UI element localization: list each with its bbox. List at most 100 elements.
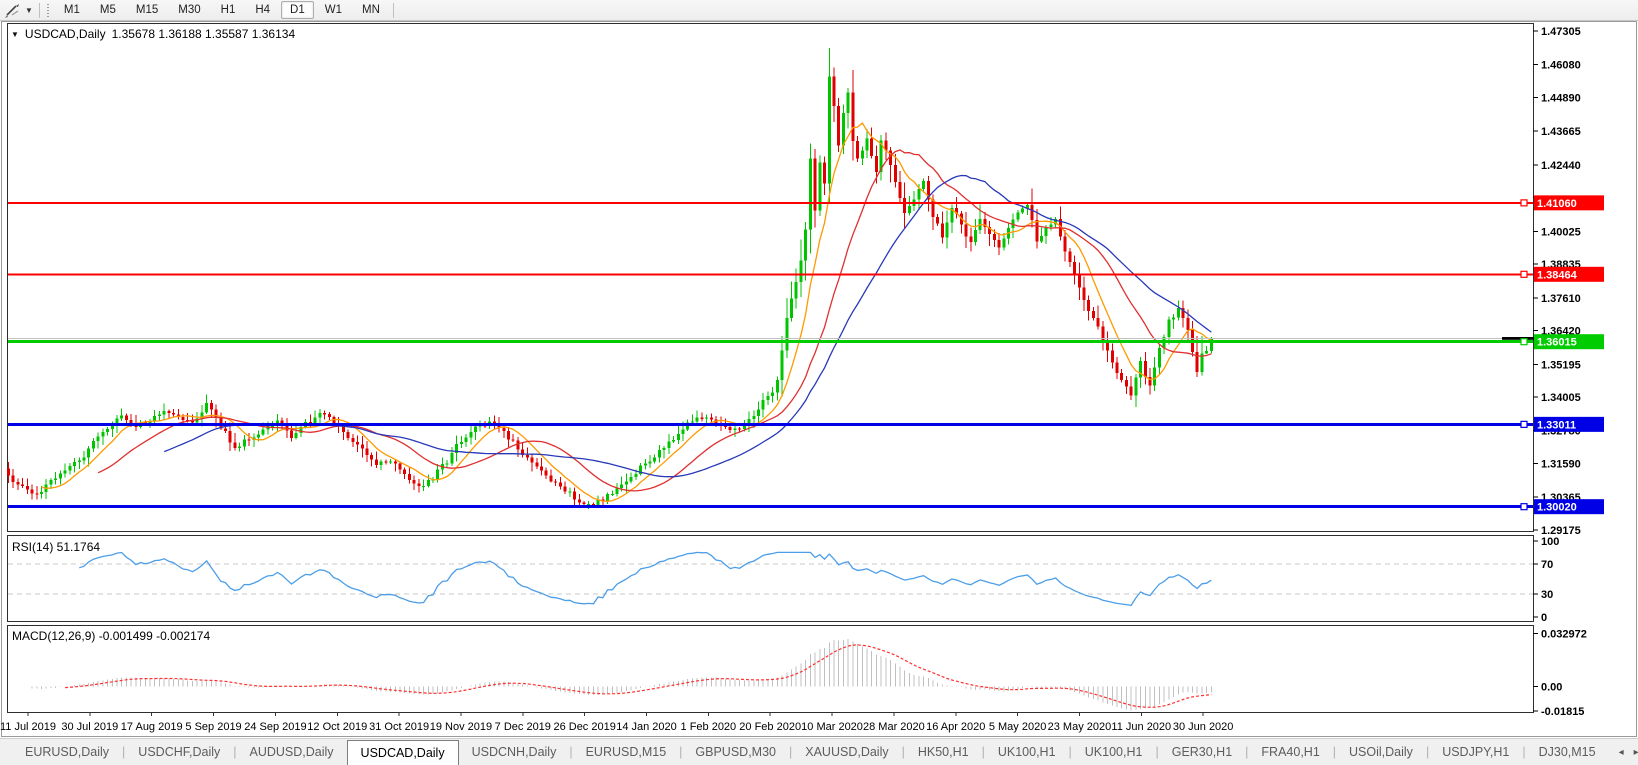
tab-scroll-right-icon[interactable]: ▸ — [1634, 747, 1638, 758]
y-axis-label: 1.40025 — [1541, 226, 1581, 238]
candle-body — [658, 450, 661, 457]
candle-body — [946, 223, 949, 238]
candle-body — [1064, 237, 1067, 252]
y-axis-label: 1.37610 — [1541, 293, 1581, 305]
y-axis-label: 1.34005 — [1541, 392, 1581, 404]
timeframe-button-MN[interactable]: MN — [353, 1, 389, 19]
candle-body — [677, 434, 680, 440]
candle-body — [823, 162, 826, 183]
chart-tab-uk100-h1[interactable]: UK100,H1 — [985, 739, 1069, 765]
rsi-plot-frame[interactable] — [8, 536, 1534, 622]
toolbar-drag-grip[interactable] — [46, 3, 50, 18]
candle-body — [1082, 287, 1085, 300]
timeframe-button-M5[interactable]: M5 — [91, 1, 125, 19]
timeframe-button-M15[interactable]: M15 — [127, 1, 167, 19]
candle-body — [130, 420, 133, 423]
candle-body — [243, 439, 246, 446]
chart-tab-fra40-h1[interactable]: FRA40,H1 — [1248, 739, 1332, 765]
chart-tab-uk100-h1[interactable]: UK100,H1 — [1072, 739, 1156, 765]
chart-tab-dj30-m15[interactable]: DJ30,M15 — [1526, 739, 1609, 765]
candle-body — [361, 445, 364, 449]
candle-body — [1049, 225, 1052, 227]
chart-tab-usdjpy-h1[interactable]: USDJPY,H1 — [1429, 739, 1522, 765]
candle-body — [516, 440, 519, 449]
candle-body — [399, 463, 402, 469]
level-price-badge-text: 1.33011 — [1537, 419, 1576, 431]
candle-body — [49, 480, 52, 484]
timeframe-button-M30[interactable]: M30 — [169, 1, 209, 19]
candle-body — [210, 403, 213, 410]
chart-tab-gbpusd-m30[interactable]: GBPUSD,M30 — [682, 739, 789, 765]
candle-body — [993, 234, 996, 240]
candle-body — [899, 182, 902, 198]
candle-body — [696, 418, 699, 422]
x-axis-date-label: 20 Feb 2020 — [739, 721, 801, 733]
x-axis-date-label: 23 May 2020 — [1048, 721, 1112, 733]
x-axis-date-label: 16 Apr 2020 — [926, 721, 985, 733]
candle-body — [578, 499, 581, 502]
level-line-handle[interactable] — [1521, 339, 1527, 345]
candle-body — [974, 230, 977, 242]
candle-body — [564, 486, 567, 491]
level-line-handle[interactable] — [1521, 421, 1527, 427]
candle-body — [1144, 361, 1147, 377]
candle-body — [1186, 318, 1189, 330]
candle-body — [667, 442, 670, 449]
chart-tab-hk50-h1[interactable]: HK50,H1 — [905, 739, 982, 765]
candle-body — [998, 240, 1001, 248]
candle-body — [1177, 308, 1180, 318]
timeframe-button-M1[interactable]: M1 — [55, 1, 89, 19]
candle-body — [620, 485, 623, 488]
tab-scroll-left-icon[interactable]: ◂ — [1619, 747, 1624, 758]
chart-tab-eurusd-daily[interactable]: EURUSD,Daily — [12, 739, 122, 765]
chart-draw-cursor-icon[interactable]: ▼ — [0, 0, 36, 20]
candle-body — [785, 318, 788, 350]
candle-body — [314, 417, 317, 423]
chart-tab-ger30-h1[interactable]: GER30,H1 — [1159, 739, 1245, 765]
candle-body — [158, 415, 161, 416]
level-line-handle[interactable] — [1521, 200, 1527, 206]
candle-body — [182, 417, 185, 420]
candle-body — [417, 483, 420, 486]
candle-body — [59, 474, 62, 479]
current-price-marker — [1502, 337, 1533, 340]
level-line-handle[interactable] — [1521, 271, 1527, 277]
candle-body — [92, 441, 95, 448]
candle-body — [229, 431, 232, 442]
candle-body — [526, 455, 529, 457]
level-line-handle[interactable] — [1521, 504, 1527, 510]
timeframe-button-W1[interactable]: W1 — [316, 1, 351, 19]
candle-body — [460, 442, 463, 444]
timeframe-button-H1[interactable]: H1 — [212, 1, 245, 19]
candle-body — [644, 464, 647, 466]
candle-body — [545, 470, 548, 475]
chart-tab-usdchf-daily[interactable]: USDCHF,Daily — [125, 739, 233, 765]
candle-body — [219, 417, 222, 428]
candle-body — [1172, 318, 1175, 320]
candle-body — [1120, 373, 1123, 380]
chart-tab-audusd-daily[interactable]: AUDUSD,Daily — [237, 739, 347, 765]
chart-tab-eurusd-m15[interactable]: EURUSD,M15 — [573, 739, 680, 765]
cursor-tool-caret-icon[interactable]: ▼ — [25, 6, 33, 15]
x-axis-date-label: 28 Mar 2020 — [863, 721, 925, 733]
chart-tab-usdcad-daily[interactable]: USDCAD,Daily — [347, 740, 459, 765]
macd-indicator-label: MACD(12,26,9) -0.001499 -0.002174 — [12, 629, 210, 643]
price-chart[interactable]: 1.473051.460801.448901.436651.424401.400… — [0, 21, 1638, 765]
candle-body — [634, 474, 637, 477]
macd-plot-frame[interactable] — [8, 626, 1534, 713]
candle-body — [870, 139, 873, 156]
chart-dropdown-icon[interactable]: ▼ — [11, 30, 19, 39]
rsi-axis-label: 30 — [1541, 589, 1553, 601]
candle-body — [1106, 342, 1109, 351]
timeframe-button-D1[interactable]: D1 — [281, 1, 314, 19]
candle-body — [356, 442, 359, 445]
candle-body — [35, 494, 38, 495]
chart-tab-usdcnh-daily[interactable]: USDCNH,Daily — [459, 739, 570, 765]
candle-body — [1040, 236, 1043, 242]
candle-body — [705, 417, 708, 418]
chart-tab-usoil-daily[interactable]: USOil,Daily — [1336, 739, 1426, 765]
x-axis-date-label: 17 Aug 2019 — [121, 721, 183, 733]
timeframe-button-H4[interactable]: H4 — [246, 1, 279, 19]
chart-tab-xauusd-daily[interactable]: XAUUSD,Daily — [792, 739, 901, 765]
main-plot-frame[interactable] — [8, 24, 1534, 532]
